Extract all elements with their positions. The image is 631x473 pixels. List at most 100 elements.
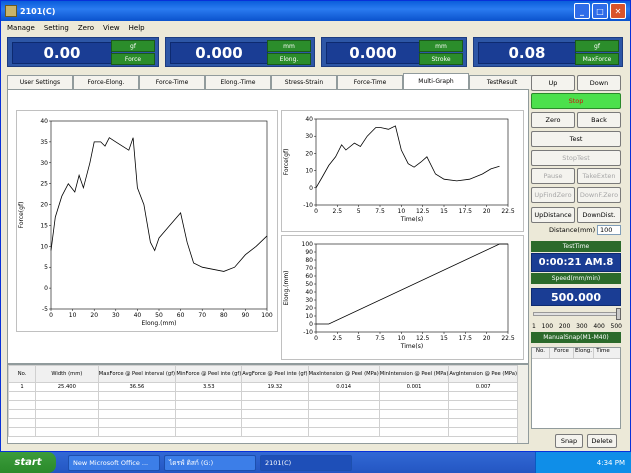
x-tick-label: 15 <box>440 335 448 342</box>
x-tick-label: 17.5 <box>459 335 473 342</box>
tab-2[interactable]: Force-Time <box>139 75 205 89</box>
force-time-chart: 0 2.5 5 7.5 10 12.5 15 17.5 20 22.5-10010203040Ti… <box>283 116 515 223</box>
x-axis-label: Time(s) <box>400 216 424 223</box>
cell-maxintension: 0.014 <box>307 382 380 392</box>
table-row[interactable]: 1 25.400 36.56 3.53 19.32 0.014 0.001 0.… <box>7 382 518 392</box>
snap-col-force: Force <box>550 348 574 358</box>
downfzero-button[interactable]: DownF.Zero <box>577 187 621 203</box>
close-button[interactable]: ✕ <box>610 3 626 19</box>
up-button[interactable]: Up <box>531 75 575 91</box>
task-app[interactable]: 2101(C) <box>260 454 352 471</box>
manualsnap-label: ManualSnap(M1-M40) <box>531 332 621 343</box>
pause-button[interactable]: Pause <box>531 168 575 184</box>
y-tick-label: 0 <box>44 285 48 292</box>
x-tick-label: 90 <box>242 312 250 319</box>
stroke-panel: 0.000 mm Stroke <box>321 37 467 67</box>
maximize-button[interactable]: □ <box>592 3 608 19</box>
col-width: Width (mm) <box>35 365 99 383</box>
stoptest-button[interactable]: StopTest <box>531 150 621 166</box>
x-tick-label: 2.5 <box>333 335 343 342</box>
y-tick-label: 80 <box>305 257 313 264</box>
snap-col-elong: Elong. <box>574 348 594 358</box>
distance-input[interactable]: 100 <box>597 225 621 235</box>
tab-strip: User Settings Force-Elong. Force-Time Elong… <box>7 73 535 89</box>
tab-6[interactable]: Multi-Graph <box>403 73 469 89</box>
graph-force-elong: 0 10 20 30 40 50 60 70 80 90 100 -5 0 5 10 15 20 25 30 35 40… <box>16 110 278 332</box>
x-tick-label: 12.5 <box>416 208 430 215</box>
table-scrollbar[interactable] <box>517 365 528 443</box>
snap-button[interactable]: Snap <box>555 434 583 448</box>
stroke-unit: mm <box>419 40 463 52</box>
y-tick-label: 70 <box>305 265 313 272</box>
cell-minforce: 3.53 <box>175 382 243 392</box>
task-drive[interactable]: ไดรฟ์ ดิสก์ (G:) <box>164 454 256 471</box>
y-tick-label: 20 <box>40 202 48 209</box>
speed-label: Speed(mm/min) <box>531 273 621 284</box>
x-axis-label: Elong.(mm) <box>141 320 176 327</box>
slider-tick: 400 <box>593 323 605 330</box>
tab-0[interactable]: User Settings <box>7 75 73 89</box>
down-button[interactable]: Down <box>577 75 621 91</box>
elong-panel: 0.000 mm Elong. <box>165 37 315 67</box>
task-office[interactable]: New Microsoft Office ... <box>68 454 160 471</box>
table-row-empty <box>7 409 518 419</box>
menu-setting[interactable]: Setting <box>44 24 69 32</box>
x-tick-label: 22.5 <box>501 208 515 215</box>
x-tick-label: 7.5 <box>375 208 385 215</box>
x-tick-label: 2.5 <box>333 208 343 215</box>
elong-label: Elong. <box>267 53 311 65</box>
stop-button[interactable]: Stop <box>531 93 621 109</box>
updistance-button[interactable]: UpDistance <box>531 207 575 223</box>
tab-5[interactable]: Force-Time <box>337 75 403 89</box>
menu-manage[interactable]: Manage <box>7 24 35 32</box>
menu-zero[interactable]: Zero <box>78 24 94 32</box>
speed-slider[interactable] <box>533 308 621 320</box>
x-tick-label: 12.5 <box>416 335 430 342</box>
force-elong-chart: 0 10 20 30 40 50 60 70 80 90 100-50510152025303540… <box>18 118 273 327</box>
tab-3[interactable]: Elong.-Time <box>205 75 271 89</box>
test-button[interactable]: Test <box>531 131 621 147</box>
col-no: No. <box>7 365 37 383</box>
delete-button[interactable]: Delete <box>587 434 617 448</box>
slider-scale: 1 100 200 300 400 500 <box>532 323 622 330</box>
testtime-label: TestTime <box>531 241 621 252</box>
x-axis-label: Time(s) <box>400 343 424 350</box>
x-tick-label: 0 <box>49 312 53 319</box>
start-button[interactable]: start <box>0 452 56 473</box>
zero-button[interactable]: Zero <box>531 112 575 128</box>
y-tick-label: 30 <box>305 297 313 304</box>
slider-thumb[interactable] <box>616 308 621 320</box>
upfindzero-button[interactable]: UpFindZero <box>531 187 575 203</box>
col-maxintension: MaxIntension @ Peel (MPa) <box>307 365 380 383</box>
minimize-button[interactable]: _ <box>574 3 590 19</box>
system-tray: 4:34 PM <box>535 452 631 473</box>
table-header: No. Width (mm) MaxForce @ Peel interval … <box>7 365 518 383</box>
force-unit: gf <box>111 40 155 52</box>
takeexten-button[interactable]: TakeExten <box>577 168 621 184</box>
slider-tick: 100 <box>541 323 554 330</box>
x-tick-label: 22.5 <box>501 335 515 342</box>
y-tick-label: 0 <box>309 185 313 192</box>
maxforce-panel: 0.08 gf MaxForce <box>473 37 623 67</box>
tab-7[interactable]: TestResult <box>469 75 535 89</box>
y-tick-label: 10 <box>40 243 48 250</box>
menu-bar: Manage Setting Zero View Help <box>1 21 630 35</box>
title-bar[interactable]: 2101(C) _ □ ✕ <box>1 1 630 21</box>
y-tick-label: -5 <box>42 306 48 313</box>
y-tick-label: 0 <box>309 321 313 328</box>
tab-1[interactable]: Force-Elong. <box>73 75 139 89</box>
stroke-value: 0.000 <box>326 42 420 64</box>
y-tick-label: 35 <box>40 139 48 146</box>
x-tick-label: 20 <box>483 335 491 342</box>
x-tick-label: 0 <box>314 335 318 342</box>
downdist-button[interactable]: DownDist. <box>577 207 621 223</box>
x-tick-label: 15 <box>440 208 448 215</box>
x-tick-label: 17.5 <box>459 208 473 215</box>
back-button[interactable]: Back <box>577 112 621 128</box>
menu-view[interactable]: View <box>103 24 120 32</box>
col-minforce: MinForce @ Peel inte (gf) <box>175 365 243 383</box>
x-tick-label: 20 <box>483 208 491 215</box>
tab-4[interactable]: Stress-Strain <box>271 75 337 89</box>
menu-help[interactable]: Help <box>129 24 145 32</box>
cell-minintension: 0.001 <box>378 382 450 392</box>
